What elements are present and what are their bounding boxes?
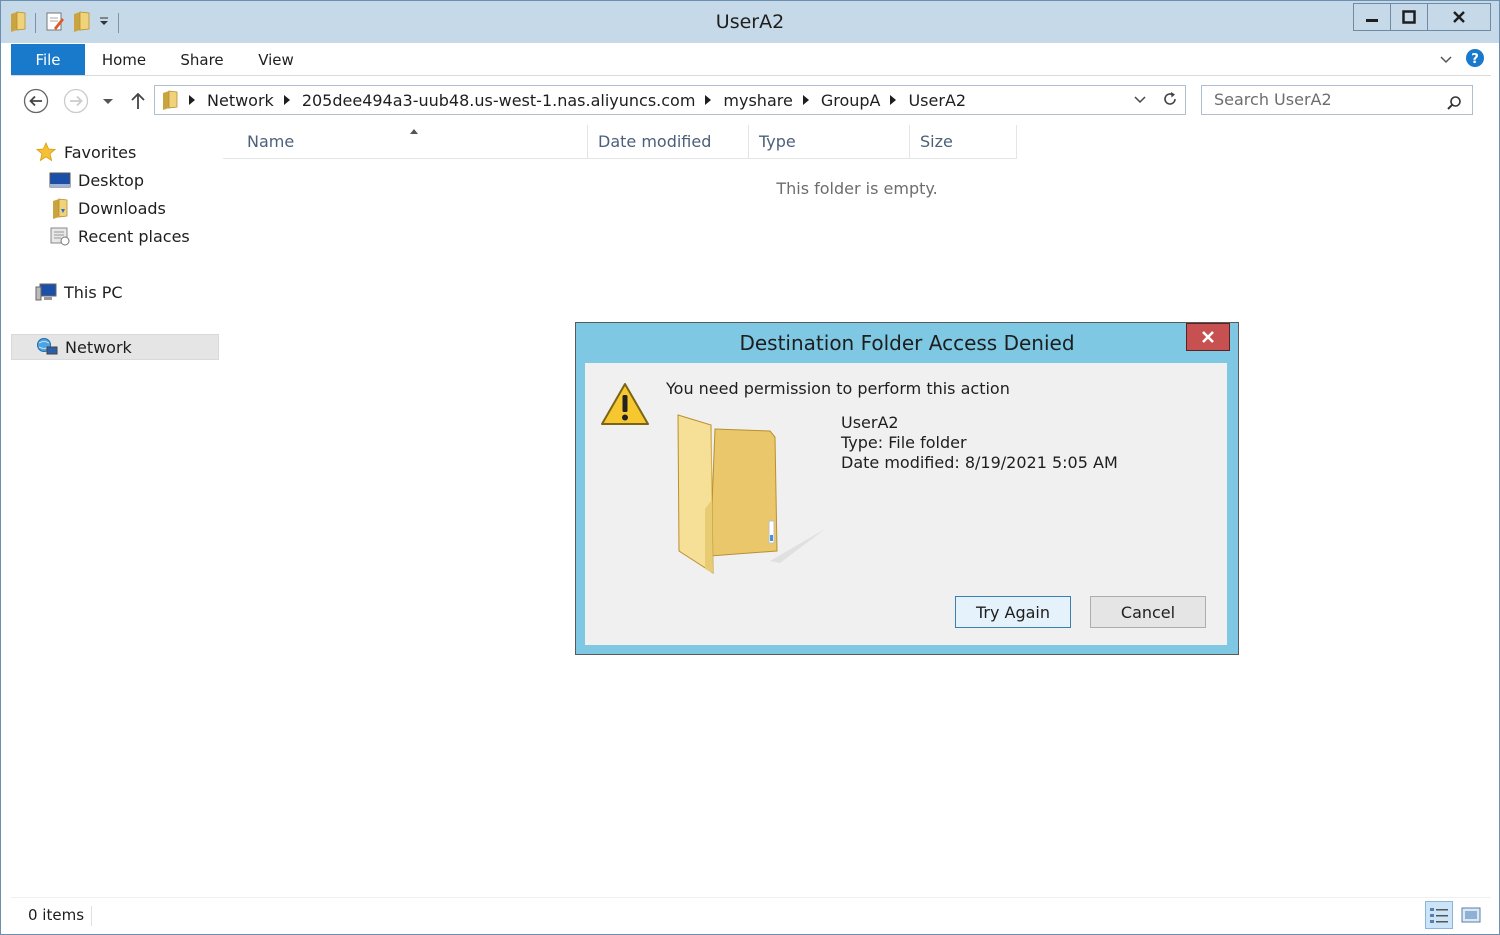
tab-share[interactable]: Share	[169, 44, 235, 75]
nav-desktop[interactable]: Desktop	[49, 167, 144, 193]
dialog-message: You need permission to perform this acti…	[666, 379, 1010, 398]
desktop-icon	[49, 170, 71, 190]
breadcrumb-network[interactable]: Network	[207, 91, 274, 110]
breadcrumb-separator[interactable]	[705, 95, 712, 105]
breadcrumb-groupa[interactable]: GroupA	[821, 91, 881, 110]
breadcrumb-separator[interactable]	[802, 95, 809, 105]
back-button[interactable]	[23, 88, 49, 114]
folder-icon	[675, 411, 825, 580]
minimize-icon	[1366, 19, 1378, 22]
close-icon	[1453, 11, 1465, 23]
item-type: Type: File folder	[841, 433, 967, 452]
maximize-icon	[1402, 10, 1416, 24]
nav-network[interactable]: Network	[11, 334, 219, 360]
empty-folder-message: This folder is empty.	[776, 179, 938, 198]
address-bar[interactable]: Network 205dee494a3-uub48.us-west-1.nas.…	[154, 85, 1186, 115]
cancel-button[interactable]: Cancel	[1090, 596, 1206, 628]
large-icons-view-button[interactable]	[1457, 901, 1485, 929]
svg-text:?: ?	[1471, 52, 1479, 67]
folder-icon	[161, 90, 179, 110]
ribbon-tabs: File Home Share View ?	[11, 44, 1491, 76]
navigation-pane: Favorites Desktop Downloads Recent place…	[11, 125, 223, 895]
breadcrumb-usera2[interactable]: UserA2	[908, 91, 966, 110]
back-arrow-icon	[23, 88, 49, 114]
close-window-button[interactable]	[1427, 3, 1491, 31]
window-controls	[1353, 3, 1491, 31]
star-icon	[35, 142, 57, 162]
computer-icon	[35, 282, 57, 302]
forward-button[interactable]	[63, 88, 89, 114]
nav-downloads-label: Downloads	[78, 198, 166, 218]
status-separator	[91, 906, 92, 926]
address-history-chevron-icon[interactable]	[1133, 92, 1147, 111]
dialog-title: Destination Folder Access Denied	[739, 331, 1075, 355]
nav-downloads[interactable]: Downloads	[49, 195, 166, 221]
minimize-button[interactable]	[1353, 3, 1391, 31]
nav-favorites-label: Favorites	[64, 142, 137, 162]
access-denied-dialog: Destination Folder Access Denied You nee…	[575, 322, 1239, 655]
network-icon	[36, 337, 58, 357]
details-view-icon	[1430, 908, 1448, 923]
large-icons-view-icon	[1461, 907, 1481, 923]
column-header-size[interactable]: Size	[910, 125, 1017, 159]
nav-favorites[interactable]: Favorites	[35, 139, 136, 165]
dialog-close-button[interactable]	[1186, 323, 1230, 351]
search-icon[interactable]	[1446, 92, 1462, 120]
column-header-date-modified[interactable]: Date modified	[588, 125, 749, 159]
up-button[interactable]	[125, 88, 151, 114]
warning-icon	[599, 381, 651, 431]
column-name-label: Name	[247, 132, 295, 151]
nav-network-label: Network	[65, 337, 132, 357]
item-name: UserA2	[841, 413, 899, 432]
try-again-button[interactable]: Try Again	[955, 596, 1071, 628]
tab-file[interactable]: File	[11, 44, 85, 75]
recent-places-icon	[49, 226, 71, 246]
item-date-modified: Date modified: 8/19/2021 5:05 AM	[841, 453, 1118, 472]
window-title: UserA2	[715, 11, 785, 33]
help-icon[interactable]: ?	[1465, 48, 1485, 72]
search-input[interactable]: Search UserA2	[1201, 85, 1473, 115]
nav-desktop-label: Desktop	[78, 170, 144, 190]
breadcrumb-separator[interactable]	[890, 95, 897, 105]
nav-this-pc-label: This PC	[64, 282, 123, 302]
status-bar: 0 items	[11, 897, 1491, 934]
item-details: UserA2 Type: File folder Date modified: …	[841, 413, 1118, 473]
recent-locations-dropdown[interactable]	[95, 88, 121, 114]
refresh-icon[interactable]	[1161, 90, 1179, 112]
close-icon	[1202, 331, 1214, 343]
breadcrumb-separator[interactable]	[283, 95, 290, 105]
downloads-folder-icon	[49, 198, 71, 219]
sort-ascending-icon	[409, 125, 419, 135]
nav-recent-places-label: Recent places	[78, 226, 190, 246]
tab-view[interactable]: View	[245, 44, 307, 75]
forward-arrow-icon	[63, 88, 89, 114]
column-header-name[interactable]: Name	[223, 125, 588, 159]
nav-recent-places[interactable]: Recent places	[49, 223, 190, 249]
up-arrow-icon	[131, 92, 145, 109]
expand-ribbon-icon[interactable]	[1439, 52, 1453, 71]
chevron-down-icon	[103, 99, 113, 104]
breadcrumb-server[interactable]: 205dee494a3-uub48.us-west-1.nas.aliyuncs…	[302, 91, 696, 110]
search-placeholder: Search UserA2	[1214, 90, 1332, 109]
navigation-bar: Network 205dee494a3-uub48.us-west-1.nas.…	[11, 76, 1491, 124]
breadcrumb-separator[interactable]	[189, 95, 195, 105]
address-bar-actions	[1133, 90, 1179, 112]
dialog-body: You need permission to perform this acti…	[585, 363, 1227, 645]
maximize-button[interactable]	[1390, 3, 1428, 31]
item-count: 0 items	[28, 906, 85, 924]
column-header-type[interactable]: Type	[749, 125, 910, 159]
title-bar: UserA2	[1, 1, 1499, 43]
nav-this-pc[interactable]: This PC	[35, 279, 123, 305]
details-view-button[interactable]	[1425, 901, 1453, 929]
breadcrumb-myshare[interactable]: myshare	[723, 91, 792, 110]
tab-home[interactable]: Home	[91, 44, 157, 75]
